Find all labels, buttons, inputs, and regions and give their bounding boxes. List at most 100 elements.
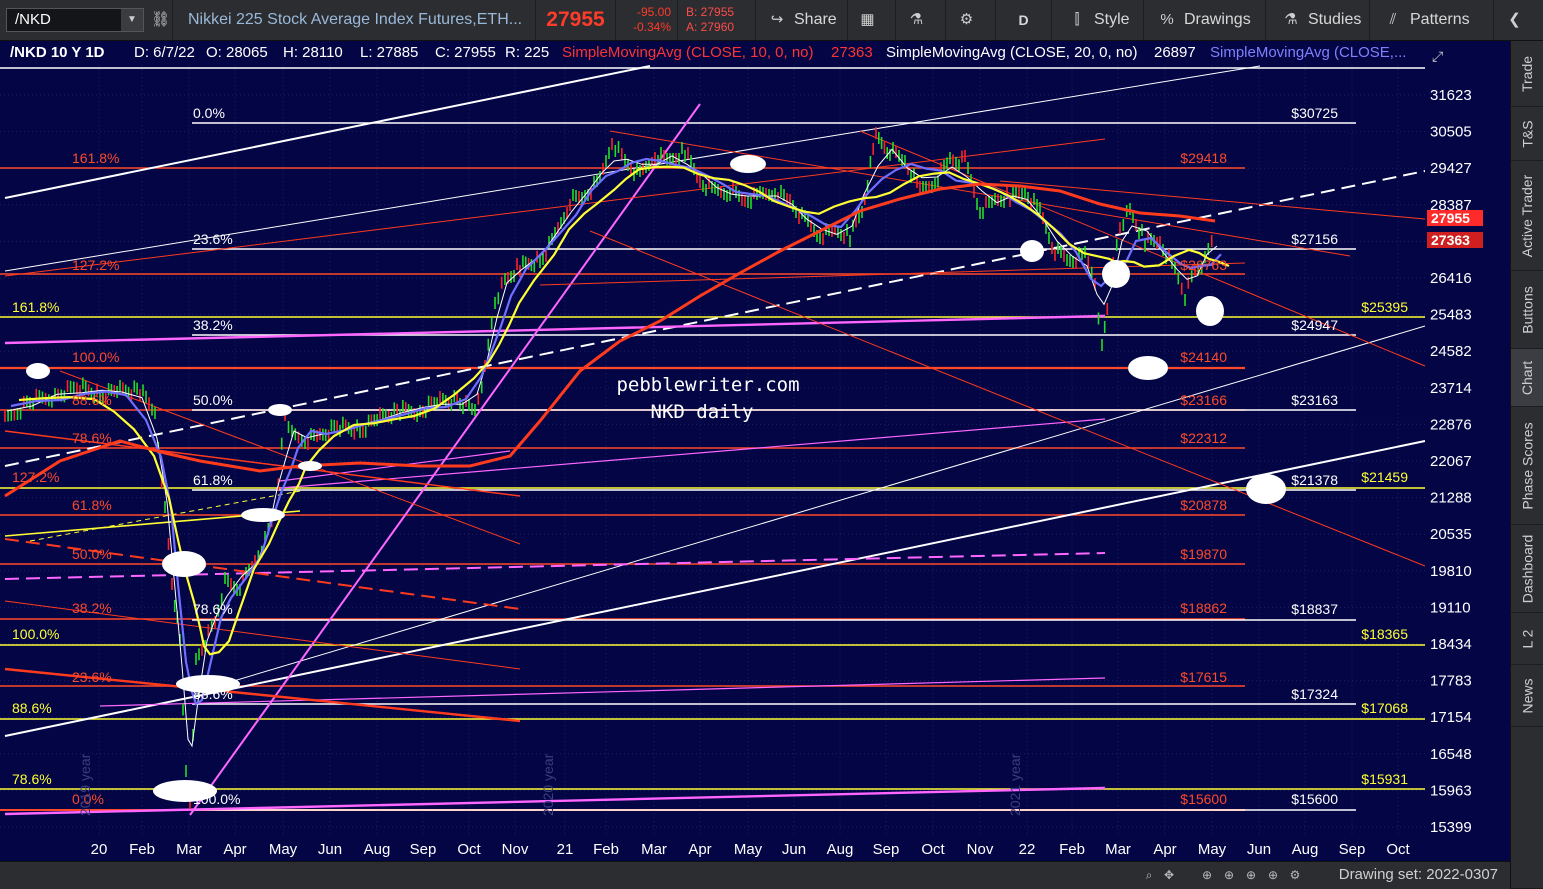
drawings-button[interactable]: % Drawings (1144, 0, 1266, 40)
collapse-button[interactable]: ❮ (1494, 0, 1543, 40)
target-ellipse (1102, 260, 1130, 288)
time-axis[interactable]: 20 Feb Mar Apr May Jun Aug Sep Oct Nov 21 Feb Mar Apr… (91, 841, 1411, 858)
pan-icon[interactable]: ✥ (1162, 868, 1176, 882)
fib-label: 38.2% (193, 317, 233, 333)
share-icon: ↪ (770, 11, 784, 28)
period-button[interactable]: D (996, 0, 1052, 40)
expand-icon[interactable]: ⤢ (1432, 48, 1443, 64)
sidebar-tab-t-s[interactable]: T&S (1511, 107, 1543, 161)
patterns-label: Patterns (1410, 11, 1470, 28)
fib-label: 127.2% (72, 257, 119, 273)
search-icon[interactable]: ⌕ (1142, 868, 1156, 882)
fib-label: $24140 (1180, 349, 1227, 365)
watermark-line2: NKD daily (651, 401, 754, 423)
fib-label: $21378 (1291, 472, 1338, 488)
price-tick: 17154 (1430, 709, 1472, 726)
sidebar-tab-label: Phase Scores (1519, 421, 1536, 510)
sidebar-tab-news[interactable]: News (1511, 665, 1543, 727)
header-low: L: 27885 (360, 44, 418, 61)
bid-ask-block: B: 27955 A: 27960 (680, 0, 756, 40)
sma2-value: 26897 (1154, 44, 1196, 61)
symbol-description: Nikkei 225 Stock Average Index Futures,E… (174, 0, 536, 40)
sma3-label: SimpleMovingAvg (CLOSE,... (1210, 44, 1406, 61)
fib-label: $15600 (1180, 791, 1227, 807)
sidebar-tab-l-2[interactable]: L 2 (1511, 613, 1543, 665)
chevron-down-icon[interactable]: ▼ (121, 9, 143, 31)
time-tick: Apr (688, 841, 711, 858)
crosshair-icon[interactable]: ⊕ (1244, 868, 1258, 882)
sidebar-tab-dashboard[interactable]: Dashboard (1511, 525, 1543, 613)
studies-label: Studies (1308, 11, 1362, 28)
top-toolbar: /NKD ▼ ⛓ Nikkei 225 Stock Average Index … (0, 0, 1543, 41)
header-open: O: 28065 (206, 44, 268, 61)
drawing-set-label[interactable]: Drawing set: 2022-0307 (1339, 866, 1498, 883)
fib-label: $26763 (1180, 257, 1227, 273)
fib-label: 61.8% (72, 497, 112, 513)
sidebar-tab-label: News (1519, 677, 1536, 714)
studies-button[interactable]: ⚗ Studies (1266, 0, 1370, 40)
time-tick: Sep (873, 841, 900, 858)
price-tick: 18434 (1430, 636, 1472, 653)
time-tick: Mar (641, 841, 667, 858)
chevron-left-icon: ❮ (1508, 11, 1521, 28)
sma1-value: 27363 (831, 44, 873, 61)
sidebar-tab-trade[interactable]: Trade (1511, 41, 1543, 107)
price-tick: 17783 (1430, 673, 1472, 690)
fib-label: 78.6% (193, 601, 233, 617)
crosshair-icon[interactable]: ⊕ (1222, 868, 1236, 882)
fib-label: 88.6% (72, 392, 112, 408)
target-ellipse (1196, 296, 1224, 326)
time-tick: Mar (1105, 841, 1131, 858)
studies-lab-button[interactable]: ⚗ (896, 0, 946, 40)
ask-price: A: 27960 (686, 20, 735, 34)
last-price: 27955 (536, 0, 616, 40)
time-tick: Sep (1339, 841, 1366, 858)
last-price-box-text: 27955 (1431, 210, 1470, 226)
symbol-input[interactable]: /NKD ▼ (6, 8, 144, 32)
time-tick: Feb (129, 841, 155, 858)
time-tick: Apr (1153, 841, 1176, 858)
price-tick: 15963 (1430, 782, 1472, 799)
style-button[interactable]: ⫿ Style (1052, 0, 1144, 40)
share-button[interactable]: ↪ Share (756, 0, 848, 40)
time-tick: Nov (502, 841, 529, 858)
fib-label: $23163 (1291, 392, 1338, 408)
fib-label: 50.0% (72, 546, 112, 562)
pct-change: -0.34% (632, 20, 671, 34)
fib-label: 88.6% (12, 700, 52, 716)
patterns-button[interactable]: ⫽ Patterns (1370, 0, 1494, 40)
price-tick: 25483 (1430, 307, 1472, 324)
fib-label: 50.0% (193, 392, 233, 408)
price-tick: 23714 (1430, 380, 1472, 397)
fib-label: 161.8% (72, 150, 119, 166)
bid-price: B: 27955 (686, 5, 735, 19)
crosshair-icon[interactable]: ⊕ (1266, 868, 1280, 882)
sidebar-tab-phase-scores[interactable]: Phase Scores (1511, 407, 1543, 525)
fib-label: $18862 (1180, 600, 1227, 616)
price-tick: 21288 (1430, 490, 1472, 507)
fib-label: $18837 (1291, 601, 1338, 617)
sidebar-tab-chart[interactable]: Chart (1511, 349, 1543, 407)
time-tick: Oct (921, 841, 945, 858)
sidebar-tab-label: Buttons (1519, 285, 1536, 334)
link-icon[interactable]: ⛓ (147, 0, 173, 40)
sma-price-box-text: 27363 (1431, 232, 1470, 248)
price-tick: 30505 (1430, 124, 1472, 141)
time-tick: 21 (557, 841, 574, 858)
sidebar-tab-active-trader[interactable]: Active Trader (1511, 161, 1543, 271)
sidebar-tab-label: Active Trader (1519, 174, 1536, 257)
sidebar-tab-buttons[interactable]: Buttons (1511, 271, 1543, 349)
target-ellipse (1020, 240, 1044, 262)
time-tick: Jun (1247, 841, 1271, 858)
price-tick: 15399 (1430, 819, 1472, 836)
bottom-bar: ⌕ ✥ ⊕ ⊕ ⊕ ⊕ ⚙ Drawing set: 2022-0307 (0, 861, 1510, 889)
flexible-grid-button[interactable]: ▦ (848, 0, 896, 40)
settings-gear-icon[interactable]: ⚙ (1288, 868, 1302, 882)
fib-label: $25395 (1361, 299, 1408, 315)
sma2-label: SimpleMovingAvg (CLOSE, 20, 0, no) (886, 44, 1138, 61)
target-ellipse (241, 508, 285, 522)
price-chart[interactable]: /NKD 10 Y 1D D: 6/7/22 O: 28065 H: 28110… (0, 41, 1510, 861)
settings-button[interactable]: ⚙ (946, 0, 996, 40)
crosshair-icon[interactable]: ⊕ (1200, 868, 1214, 882)
price-axis[interactable]: 3162330505294272838726416254832458223714… (1430, 87, 1472, 836)
